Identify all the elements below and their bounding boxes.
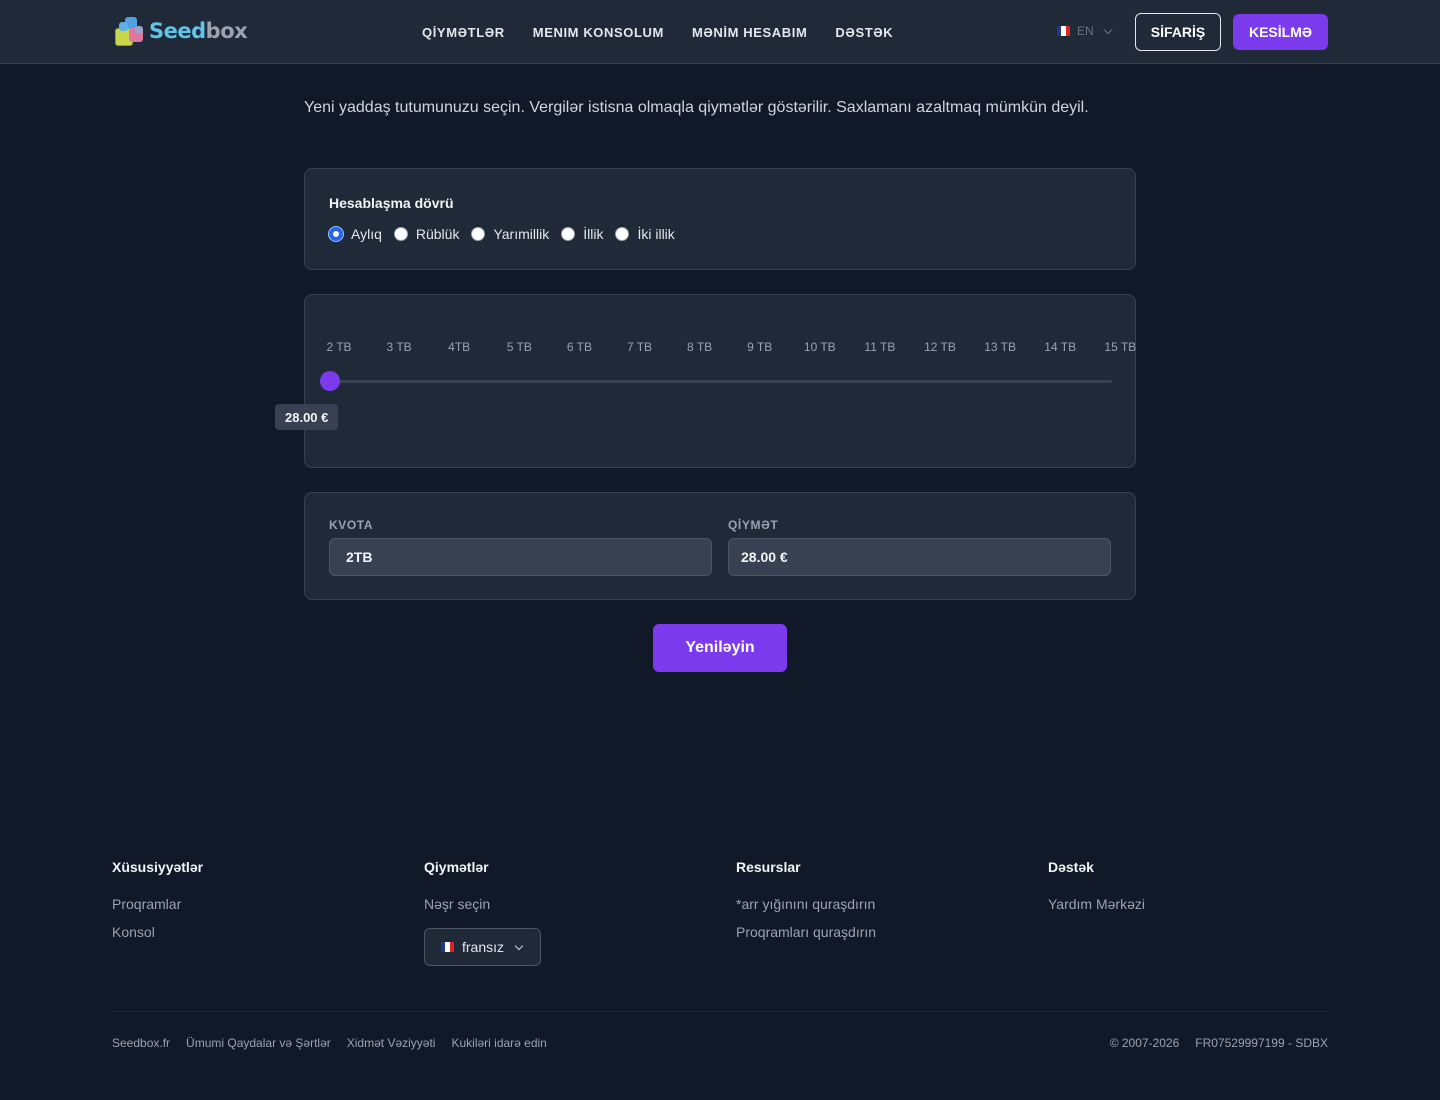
radio-quarterly[interactable]: Rüblük bbox=[393, 226, 460, 242]
footer-copyright: © 2007-2026 FR07529997199 - SDBX bbox=[1110, 1036, 1328, 1050]
footer-language-select[interactable]: fransız bbox=[424, 928, 541, 966]
footer-column-title: Resurslar bbox=[736, 859, 801, 875]
main-nav: QİYMƏTLƏR MENIM KONSOLUM MƏNİM HESABIM D… bbox=[422, 0, 921, 64]
footer-link-apps[interactable]: Proqramlar bbox=[112, 894, 203, 914]
footer-link-manage-cookies[interactable]: Kukiləri idarə edin bbox=[451, 1036, 546, 1050]
radio-button-icon[interactable] bbox=[393, 227, 408, 241]
footer-link-console[interactable]: Konsol bbox=[112, 922, 203, 942]
slider-tick-label: 7 TB bbox=[626, 340, 653, 354]
footer-link-seedbox-fr[interactable]: Seedbox.fr bbox=[112, 1036, 170, 1050]
chevron-down-icon bbox=[514, 941, 524, 950]
storage-slider-track[interactable] bbox=[330, 380, 1112, 383]
nav-my-account[interactable]: MƏNİM HESABIM bbox=[692, 25, 807, 40]
slider-tick-label: 6 TB bbox=[566, 340, 592, 354]
footer-column-title: Xüsusiyyətlər bbox=[112, 859, 204, 875]
footer-link-install-apps[interactable]: Proqramları quraşdırın bbox=[736, 922, 876, 942]
footer-divider bbox=[112, 1011, 1328, 1012]
billing-period-label: Hesablaşma dövrü bbox=[329, 195, 454, 211]
radio-semiannual[interactable]: Yarımillik bbox=[471, 226, 549, 242]
footer-link-service-status[interactable]: Xidmət Vəziyyəti bbox=[347, 1036, 436, 1050]
slider-tick-label: 2 TB bbox=[326, 340, 352, 354]
quota-price-card: KVOTA 2TB QİYMƏT 28.00 € bbox=[304, 492, 1136, 600]
slider-tick-label: 4TB bbox=[448, 340, 471, 354]
footer-legal-links: Seedbox.fr Ümumi Qaydalar və Şərtlər Xid… bbox=[112, 1036, 563, 1050]
nav-my-console[interactable]: MENIM KONSOLUM bbox=[533, 25, 664, 40]
radio-button-icon[interactable] bbox=[471, 227, 486, 241]
quota-field: 2TB bbox=[329, 538, 712, 576]
slider-tick-label: 15 TB bbox=[1104, 340, 1137, 354]
footer-link-terms[interactable]: Ümumi Qaydalar və Şərtlər bbox=[186, 1036, 331, 1050]
language-selector[interactable]: EN bbox=[1057, 24, 1112, 38]
footer-column-resources: Resurslar *arr yığınını quraşdırın Proqr… bbox=[736, 858, 876, 950]
radio-button-icon[interactable] bbox=[615, 227, 630, 241]
copyright-text: © 2007-2026 bbox=[1109, 1036, 1180, 1050]
radio-button-icon[interactable] bbox=[329, 227, 343, 241]
logo-text: Seedbox bbox=[149, 19, 248, 43]
footer-column-pricing: Qiymətlər Nəşr seçin fransız bbox=[424, 858, 541, 966]
logout-button[interactable]: KESİLMƏ bbox=[1233, 14, 1328, 50]
radio-label: Rüblük bbox=[415, 226, 460, 242]
radio-label: Yarımillik bbox=[493, 226, 550, 242]
radio-button-icon[interactable] bbox=[561, 227, 576, 241]
slider-tick-label: 9 TB bbox=[747, 340, 773, 354]
nav-support[interactable]: DƏSTƏK bbox=[835, 25, 893, 40]
top-navbar: Seedbox QİYMƏTLƏR MENIM KONSOLUM MƏNİM H… bbox=[0, 0, 1440, 64]
footer-link-arr-stack[interactable]: *arr yığınını quraşdırın bbox=[736, 894, 876, 914]
slider-tick-label: 13 TB bbox=[984, 340, 1016, 354]
footer-column-support: Dəstək Yardım Mərkəzi bbox=[1048, 858, 1145, 922]
storage-slider-card: 2 TB 3 TB 4TB 5 TB 6 TB 7 TB 8 TB 9 TB 10 TB 11 T… bbox=[275, 294, 1137, 468]
radio-label: İllik bbox=[583, 226, 604, 242]
price-label: QİYMƏT bbox=[728, 518, 779, 532]
slider-tick-label: 3 TB bbox=[386, 340, 412, 354]
french-flag-icon bbox=[1057, 26, 1070, 36]
billing-period-options: Aylıq Rüblük Yarımillik İllik İki illik bbox=[329, 226, 687, 242]
storage-slider-handle[interactable] bbox=[320, 371, 340, 391]
slider-tick-label: 14 TB bbox=[1044, 340, 1077, 354]
logo-cubes-icon bbox=[113, 14, 147, 48]
radio-label: Aylıq bbox=[351, 226, 382, 242]
radio-label: İki illik bbox=[637, 226, 675, 242]
slider-tick-label: 5 TB bbox=[506, 340, 532, 354]
footer-link-help-center[interactable]: Yardım Mərkəzi bbox=[1048, 894, 1145, 914]
chevron-down-icon bbox=[1103, 25, 1112, 34]
quota-label: KVOTA bbox=[329, 518, 374, 532]
footer-column-features: Xüsusiyyətlər Proqramlar Konsol bbox=[112, 858, 203, 950]
slider-tick-label: 8 TB bbox=[687, 340, 713, 354]
price-tooltip: 28.00 € bbox=[275, 404, 339, 430]
slider-tick-label: 11 TB bbox=[864, 340, 896, 354]
slider-tick-labels: 2 TB 3 TB 4TB 5 TB 6 TB 7 TB 8 TB 9 TB 10 TB 11 T… bbox=[305, 340, 1137, 358]
renew-button[interactable]: Yeniləyin bbox=[653, 624, 787, 672]
footer-column-title: Qiymətlər bbox=[424, 859, 489, 875]
language-code: EN bbox=[1077, 24, 1094, 38]
slider-tick-label: 10 TB bbox=[803, 340, 836, 354]
radio-monthly[interactable]: Aylıq bbox=[329, 226, 382, 242]
radio-annual[interactable]: İllik bbox=[561, 226, 603, 242]
footer-column-title: Dəstək bbox=[1048, 859, 1094, 875]
footer-link-choose-edition[interactable]: Nəşr seçin bbox=[424, 894, 541, 914]
page-intro-text: Yeni yaddaş tutumunuzu seçin. Vergilər i… bbox=[304, 99, 1089, 116]
radio-biennial[interactable]: İki illik bbox=[615, 226, 675, 242]
seedbox-logo[interactable]: Seedbox bbox=[113, 14, 248, 48]
billing-period-card: Hesablaşma dövrü Aylıq Rüblük Yarımillik… bbox=[304, 168, 1136, 270]
company-id-text: FR07529997199 - SDBX bbox=[1195, 1036, 1328, 1050]
footer-language-value: fransız bbox=[462, 939, 505, 955]
french-flag-icon bbox=[441, 942, 454, 952]
slider-tick-label: 12 TB bbox=[924, 340, 956, 354]
price-field: 28.00 € bbox=[728, 538, 1111, 576]
nav-pricing[interactable]: QİYMƏTLƏR bbox=[422, 25, 505, 40]
order-button[interactable]: SİFARİŞ bbox=[1135, 13, 1221, 51]
